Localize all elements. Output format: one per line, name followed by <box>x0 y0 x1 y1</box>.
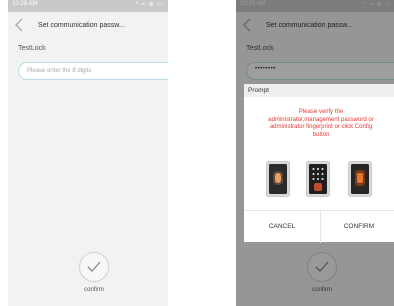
dialog-message-line: button <box>312 131 330 138</box>
dialog-message-line: administrator fingerprint or click Confi… <box>269 124 373 130</box>
dialog-message-line: Please verify the <box>298 109 344 115</box>
confirm-label: confirm <box>84 287 104 293</box>
keypad-reader-image <box>306 161 330 202</box>
password-placeholder: Please enter the 8 digits <box>27 68 92 74</box>
dialog-button-row: CANCEL CONFIRM <box>244 210 394 243</box>
dialog-title: Prompt <box>244 84 394 97</box>
page-title: Set communication passw... <box>38 22 125 29</box>
cancel-button[interactable]: CANCEL <box>244 211 320 243</box>
status-time: 10:29 AM <box>12 1 38 7</box>
status-bar: 10:29 AM * ≈ ⊕ ▭ <box>8 0 168 12</box>
back-arrow-icon[interactable] <box>12 17 26 33</box>
checkmark-icon <box>87 261 101 272</box>
card-reader-image <box>348 161 372 202</box>
phone-screen-right: 10:29 AM * ≈ ⊕ ▭ Set communication passw… <box>236 0 394 306</box>
confirm-button[interactable] <box>79 252 109 282</box>
confirm-dialog-button[interactable]: CONFIRM <box>321 211 394 243</box>
password-input[interactable]: Please enter the 8 digits <box>18 62 168 80</box>
phone-screen-left: 10:29 AM * ≈ ⊕ ▭ Set communication passw… <box>8 0 168 306</box>
prompt-dialog: Prompt Please verify the administrator,m… <box>244 84 394 243</box>
dialog-message-line: administrator,management password or <box>268 116 374 123</box>
fingerprint-reader-image <box>266 161 290 202</box>
dialog-message: Please verify the administrator,manageme… <box>250 109 392 139</box>
device-name: TestLock <box>18 45 46 52</box>
status-icons: * ≈ ⊕ ▭ <box>135 2 164 8</box>
